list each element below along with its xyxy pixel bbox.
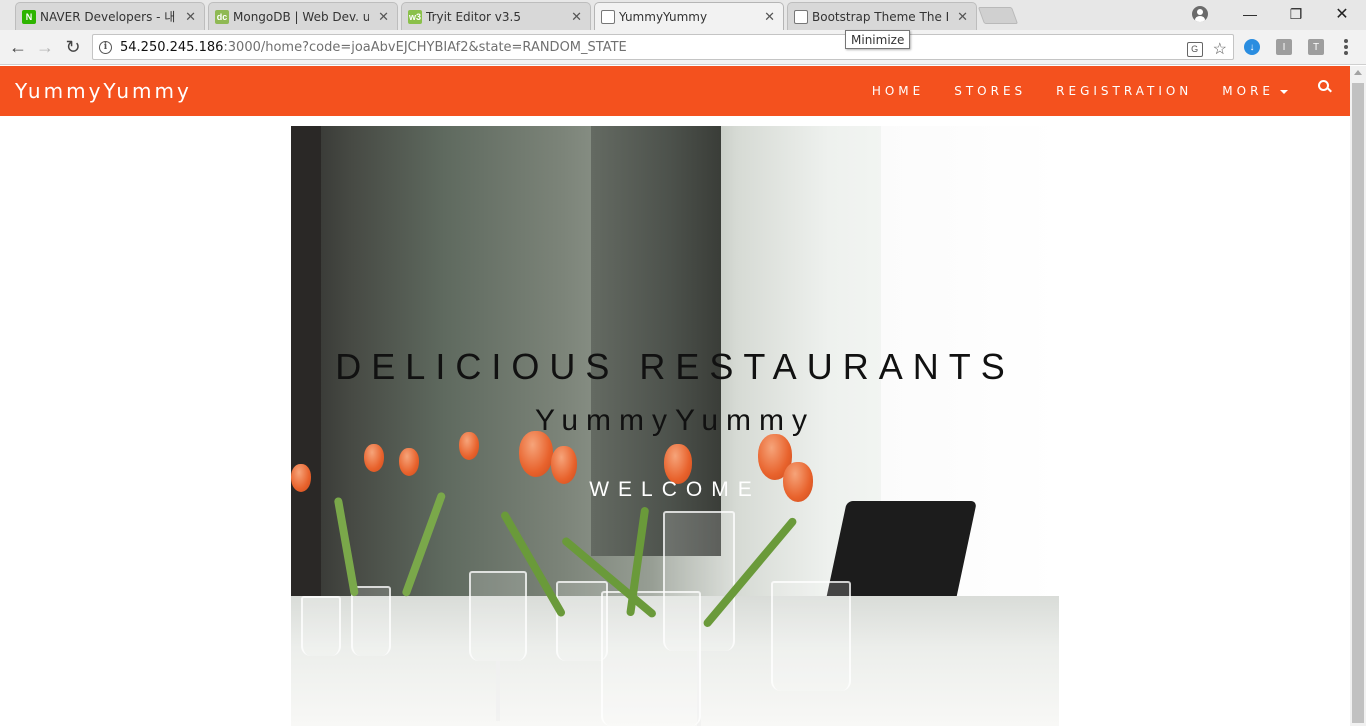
hero-welcome-text: WELCOME <box>589 478 761 501</box>
page-scrollbar[interactable] <box>1350 66 1366 726</box>
tab-label: Tryit Editor v3.5 <box>426 9 521 24</box>
browser-toolbar: ← → ↻ i 54.250.245.186:3000/home?code=jo… <box>0 30 1366 65</box>
restore-button[interactable]: ❐ <box>1273 0 1319 28</box>
nav-links: HOME STORES REGISTRATION MORE <box>872 66 1350 116</box>
new-tab-button[interactable] <box>977 7 1019 24</box>
translate-icon[interactable]: G <box>1186 41 1203 57</box>
download-extension-icon[interactable]: ↓ <box>1244 39 1260 55</box>
nav-more-dropdown[interactable]: MORE <box>1222 84 1288 98</box>
bookmark-star-icon[interactable]: ☆ <box>1213 39 1227 59</box>
nav-home-link[interactable]: HOME <box>872 84 924 98</box>
nav-more-label: MORE <box>1222 84 1274 98</box>
extension-i-icon[interactable]: I <box>1276 39 1292 55</box>
profile-icon[interactable] <box>1192 6 1208 22</box>
close-tab-icon[interactable]: ✕ <box>378 9 389 25</box>
tab-strip: N NAVER Developers - 내 ✕ dc MongoDB | We… <box>0 0 1366 31</box>
caret-down-icon <box>1280 89 1288 94</box>
brand-logo[interactable]: YummyYummy <box>15 79 192 103</box>
tab-naver-developers[interactable]: N NAVER Developers - 내 ✕ <box>15 2 205 30</box>
reload-icon[interactable]: ↻ <box>63 37 83 57</box>
mongodb-favicon-icon: dc <box>215 10 229 24</box>
tab-tryit-editor[interactable]: w3 Tryit Editor v3.5 ✕ <box>401 2 591 30</box>
url-text: 54.250.245.186:3000/home?code=joaAbvEJCH… <box>120 39 627 55</box>
minimize-button[interactable]: — <box>1227 0 1273 28</box>
info-icon[interactable]: i <box>99 40 112 54</box>
extension-t-icon[interactable]: T <box>1308 39 1324 55</box>
scroll-thumb[interactable] <box>1352 83 1364 723</box>
close-tab-icon[interactable]: ✕ <box>185 9 196 25</box>
minimize-tooltip: Minimize <box>845 30 911 49</box>
close-window-button[interactable]: ✕ <box>1319 0 1365 28</box>
hero-subtitle: YummyYummy <box>534 404 816 437</box>
close-tab-icon[interactable]: ✕ <box>957 9 968 25</box>
forward-arrow-icon[interactable]: → <box>35 37 55 57</box>
nav-registration-link[interactable]: REGISTRATION <box>1056 84 1192 98</box>
back-arrow-icon[interactable]: ← <box>8 37 28 57</box>
tab-bootstrap-theme[interactable]: Bootstrap Theme The B ✕ <box>787 2 977 30</box>
hero-caption: DELICIOUS RESTAURANTS YummyYummy WELCOME <box>291 126 1059 726</box>
hero-title: DELICIOUS RESTAURANTS <box>335 346 1015 387</box>
page-favicon-icon <box>794 10 808 24</box>
scroll-up-arrow-icon[interactable] <box>1354 70 1362 75</box>
address-bar[interactable]: i 54.250.245.186:3000/home?code=joaAbvEJ… <box>92 34 1234 60</box>
page-favicon-icon <box>601 10 615 24</box>
tab-yummyyummy[interactable]: YummyYummy ✕ <box>594 2 784 31</box>
nav-stores-link[interactable]: STORES <box>954 84 1026 98</box>
tab-label: YummyYummy <box>619 10 708 24</box>
site-navbar: YummyYummy HOME STORES REGISTRATION MORE <box>0 66 1350 116</box>
tab-label: Bootstrap Theme The B <box>812 9 948 24</box>
tab-label: MongoDB | Web Dev. u <box>233 9 369 24</box>
close-tab-icon[interactable]: ✕ <box>764 9 775 25</box>
tab-label: NAVER Developers - 내 <box>40 10 176 24</box>
search-icon[interactable] <box>1318 80 1332 94</box>
tab-mongodb[interactable]: dc MongoDB | Web Dev. u ✕ <box>208 2 398 30</box>
close-tab-icon[interactable]: ✕ <box>571 9 582 25</box>
w3schools-favicon-icon: w3 <box>408 10 422 24</box>
browser-menu-icon[interactable] <box>1344 39 1348 55</box>
naver-favicon-icon: N <box>22 10 36 24</box>
